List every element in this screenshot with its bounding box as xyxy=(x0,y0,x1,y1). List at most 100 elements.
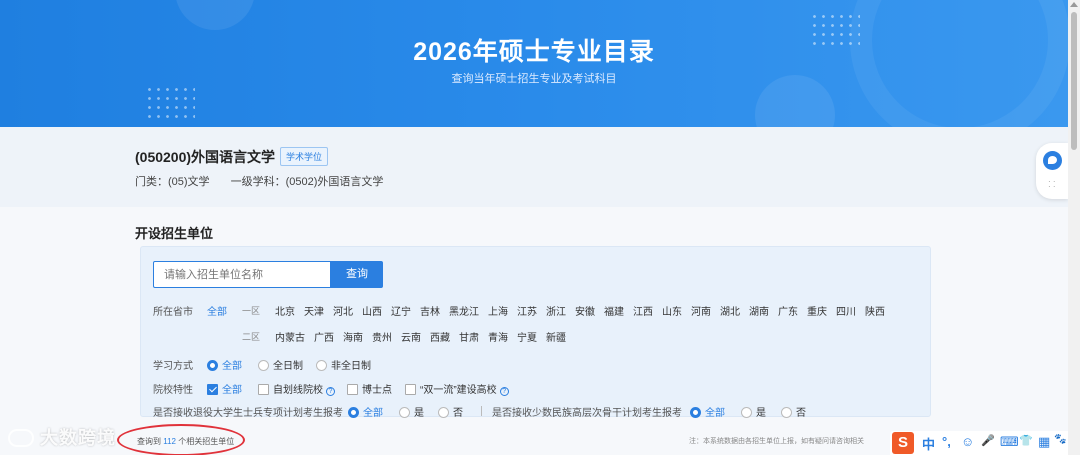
checkbox-icon xyxy=(258,384,269,395)
ime-toolbox-icon[interactable]: ▦ xyxy=(1038,434,1050,450)
floating-assistant[interactable]: · · · · xyxy=(1036,143,1068,199)
sogou-logo-icon[interactable]: S xyxy=(892,432,914,454)
province-option[interactable]: 福建 xyxy=(604,303,624,318)
province-option[interactable]: 吉林 xyxy=(420,303,440,318)
minority-plan-no[interactable]: 否 xyxy=(781,404,806,419)
ime-voice-icon[interactable]: 🎤 xyxy=(981,434,995,447)
minority-plan-label: 是否接收少数民族高层次骨干计划考生报考 xyxy=(492,408,682,419)
radio-icon xyxy=(741,407,752,418)
help-icon[interactable]: ? xyxy=(326,387,335,396)
study-mode-all[interactable]: 全部 xyxy=(207,357,242,372)
school-search-input[interactable] xyxy=(153,261,331,288)
major-discipline: 一级学科：(0502)外国语言文学 xyxy=(230,176,384,188)
checkbox-icon xyxy=(405,384,416,395)
banner-dots xyxy=(145,85,195,121)
radio-icon xyxy=(690,407,701,418)
help-icon[interactable]: ? xyxy=(499,387,509,396)
school-feature-double-first-class[interactable]: “双一流”建设高校? xyxy=(405,381,509,396)
scroll-thumb[interactable] xyxy=(1071,12,1077,150)
province-option[interactable]: 新疆 xyxy=(546,329,566,344)
ime-toolbar: S 中 °, ☺ 🎤 ⌨ 👕 ▦ 🐾 xyxy=(890,431,1068,455)
filter-panel: 查询 所在省市 全部 一区 二区 北京天津河北山西辽宁吉林黑龙江上海江苏浙江安徽… xyxy=(140,246,931,419)
scroll-up-arrow-icon[interactable] xyxy=(1070,2,1078,7)
header-banner: 2026年硕士专业目录 查询当年硕士招生专业及考试科目 xyxy=(0,0,1068,127)
major-meta: 门类：(05)文学 一级学科：(0502)外国语言文学 xyxy=(135,173,401,189)
ime-skin-icon[interactable]: 👕 xyxy=(1019,434,1033,447)
main-content: 开设招生单位 查询 所在省市 全部 一区 二区 北京天津河北山西辽宁吉林黑龙江上… xyxy=(0,207,1068,455)
province-option[interactable]: 河南 xyxy=(691,303,711,318)
search-button[interactable]: 查询 xyxy=(331,261,383,288)
major-title: (050200)外国语言文学 xyxy=(135,149,276,165)
watermark: 大数跨境 xyxy=(8,424,116,450)
ime-emoji-icon[interactable]: ☺ xyxy=(961,434,974,449)
school-feature-self-line[interactable]: 自划线院校? xyxy=(258,381,335,396)
province-option[interactable]: 重庆 xyxy=(807,303,827,318)
province-option[interactable]: 湖北 xyxy=(720,303,740,318)
chat-icon[interactable] xyxy=(1043,151,1062,170)
checkbox-icon xyxy=(347,384,358,395)
province-option[interactable]: 青海 xyxy=(488,329,508,344)
province-option[interactable]: 湖南 xyxy=(749,303,769,318)
province-label: 所在省市 xyxy=(153,307,193,318)
province-option[interactable]: 安徽 xyxy=(575,303,595,318)
veteran-plan-all[interactable]: 全部 xyxy=(348,404,383,419)
province-option[interactable]: 浙江 xyxy=(546,303,566,318)
radio-icon xyxy=(438,407,449,418)
section-title: 开设招生单位 xyxy=(135,226,214,241)
province-all[interactable]: 全部 xyxy=(207,303,227,318)
ime-extra-icon[interactable]: 🐾 xyxy=(1054,434,1066,445)
province-option[interactable]: 内蒙古 xyxy=(275,329,305,344)
ime-chinese-mode-icon[interactable]: 中 xyxy=(922,434,935,453)
study-mode-parttime[interactable]: 非全日制 xyxy=(316,357,371,372)
province-option[interactable]: 甘肃 xyxy=(459,329,479,344)
province-option[interactable]: 四川 xyxy=(836,303,856,318)
drag-handle-icon[interactable]: · · · · xyxy=(1048,178,1056,191)
province-option[interactable]: 海南 xyxy=(343,329,363,344)
radio-icon xyxy=(316,360,327,371)
province-option[interactable]: 广东 xyxy=(778,303,798,318)
province-option[interactable]: 山西 xyxy=(362,303,382,318)
province-option[interactable]: 天津 xyxy=(304,303,324,318)
province-option[interactable]: 广西 xyxy=(314,329,334,344)
province-option[interactable]: 山东 xyxy=(662,303,682,318)
divider xyxy=(481,406,482,416)
study-mode-label: 学习方式 xyxy=(153,361,193,372)
school-feature-label: 院校特性 xyxy=(153,385,193,396)
radio-icon xyxy=(781,407,792,418)
banner-decoration xyxy=(175,0,255,30)
ime-punctuation-icon[interactable]: °, xyxy=(942,434,951,449)
province-option[interactable]: 北京 xyxy=(275,303,295,318)
zone1-label: 一区 xyxy=(242,306,261,316)
province-option[interactable]: 西藏 xyxy=(430,329,450,344)
minority-plan-all[interactable]: 全部 xyxy=(690,404,725,419)
school-feature-doctoral[interactable]: 博士点 xyxy=(347,381,392,396)
province-option[interactable]: 黑龙江 xyxy=(449,303,479,318)
province-option[interactable]: 上海 xyxy=(488,303,508,318)
province-option[interactable]: 辽宁 xyxy=(391,303,411,318)
radio-icon xyxy=(399,407,410,418)
checkbox-icon xyxy=(207,384,218,395)
radio-icon xyxy=(207,360,218,371)
province-option[interactable]: 江西 xyxy=(633,303,653,318)
province-option[interactable]: 贵州 xyxy=(372,329,392,344)
province-option[interactable]: 宁夏 xyxy=(517,329,537,344)
ime-keyboard-icon[interactable]: ⌨ xyxy=(1000,434,1019,450)
major-category: 门类：(05)文学 xyxy=(135,176,210,188)
page-scrollbar[interactable] xyxy=(1068,0,1080,455)
study-mode-fulltime[interactable]: 全日制 xyxy=(258,357,303,372)
province-option[interactable]: 陕西 xyxy=(865,303,885,318)
veteran-plan-no[interactable]: 否 xyxy=(438,404,463,419)
province-option[interactable]: 江苏 xyxy=(517,303,537,318)
page-title: 2026年硕士专业目录 xyxy=(413,38,655,66)
degree-type-badge: 学术学位 xyxy=(280,147,329,166)
zone2-label: 二区 xyxy=(242,332,261,342)
radio-icon xyxy=(348,407,359,418)
veteran-plan-yes[interactable]: 是 xyxy=(399,404,424,419)
page-subtitle: 查询当年硕士招生专业及考试科目 xyxy=(451,73,617,85)
province-option[interactable]: 河北 xyxy=(333,303,353,318)
veteran-plan-label: 是否接收退役大学生士兵专项计划考生报考 xyxy=(153,408,343,419)
minority-plan-yes[interactable]: 是 xyxy=(741,404,766,419)
school-feature-all[interactable]: 全部 xyxy=(207,381,242,396)
province-option[interactable]: 云南 xyxy=(401,329,421,344)
watermark-logo-icon xyxy=(8,429,34,447)
